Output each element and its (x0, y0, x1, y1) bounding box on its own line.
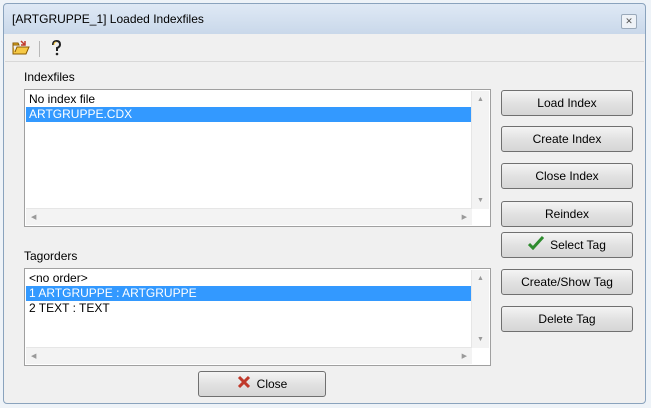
close-index-button[interactable]: Close Index (501, 163, 633, 189)
window-title: [ARTGRUPPE_1] Loaded Indexfiles (12, 12, 204, 26)
toolbar-separator (39, 41, 40, 57)
indexfile-item-selected[interactable]: ARTGRUPPE.CDX (26, 107, 472, 122)
scroll-up-icon[interactable]: ▲ (477, 274, 484, 283)
select-tag-button[interactable]: Select Tag (501, 232, 633, 258)
scroll-right-icon[interactable]: ▶ (462, 352, 467, 361)
open-folder-icon[interactable] (11, 40, 31, 58)
indexfile-item[interactable]: No index file (26, 92, 472, 107)
tagorders-listbox[interactable]: <no order> 1 ARTGRUPPE : ARTGRUPPE 2 TEX… (24, 268, 491, 366)
scroll-right-icon[interactable]: ▶ (462, 213, 467, 222)
tagorders-horizontal-scrollbar[interactable]: ◀ ▶ (26, 347, 472, 364)
close-button-label: Close (256, 377, 288, 391)
help-icon[interactable] (46, 39, 66, 58)
window-close-icon[interactable]: ✕ (621, 14, 637, 29)
tagorder-item[interactable]: <no order> (26, 271, 472, 286)
scroll-down-icon[interactable]: ▼ (477, 335, 484, 344)
indexfiles-vertical-scrollbar[interactable]: ▲ ▼ (471, 91, 489, 209)
scroll-left-icon[interactable]: ◀ (31, 352, 36, 361)
checkmark-icon (528, 234, 545, 258)
reindex-button[interactable]: Reindex (501, 201, 633, 227)
scroll-left-icon[interactable]: ◀ (31, 213, 36, 222)
select-tag-label: Select Tag (550, 238, 606, 252)
delete-tag-button[interactable]: Delete Tag (501, 306, 633, 332)
red-x-icon (237, 373, 251, 397)
tagorder-item[interactable]: 2 TEXT : TEXT (26, 301, 472, 316)
indexfiles-label: Indexfiles (24, 70, 75, 84)
close-button[interactable]: Close (198, 371, 326, 397)
create-show-tag-button[interactable]: Create/Show Tag (501, 269, 633, 295)
create-index-button[interactable]: Create Index (501, 126, 633, 152)
dialog-window: [ARTGRUPPE_1] Loaded Indexfiles ✕ Indexf… (3, 3, 646, 404)
scroll-down-icon[interactable]: ▼ (477, 196, 484, 205)
tagorders-vertical-scrollbar[interactable]: ▲ ▼ (471, 270, 489, 348)
scroll-up-icon[interactable]: ▲ (477, 95, 484, 104)
tagorders-label: Tagorders (24, 249, 78, 263)
tagorder-item-selected[interactable]: 1 ARTGRUPPE : ARTGRUPPE (26, 286, 472, 301)
indexfiles-horizontal-scrollbar[interactable]: ◀ ▶ (26, 208, 472, 225)
load-index-button[interactable]: Load Index (501, 90, 633, 116)
title-bar: [ARTGRUPPE_1] Loaded Indexfiles ✕ (4, 4, 645, 36)
indexfiles-listbox[interactable]: No index file ARTGRUPPE.CDX ▲ ▼ ◀ ▶ (24, 89, 491, 227)
toolbar (5, 37, 644, 62)
